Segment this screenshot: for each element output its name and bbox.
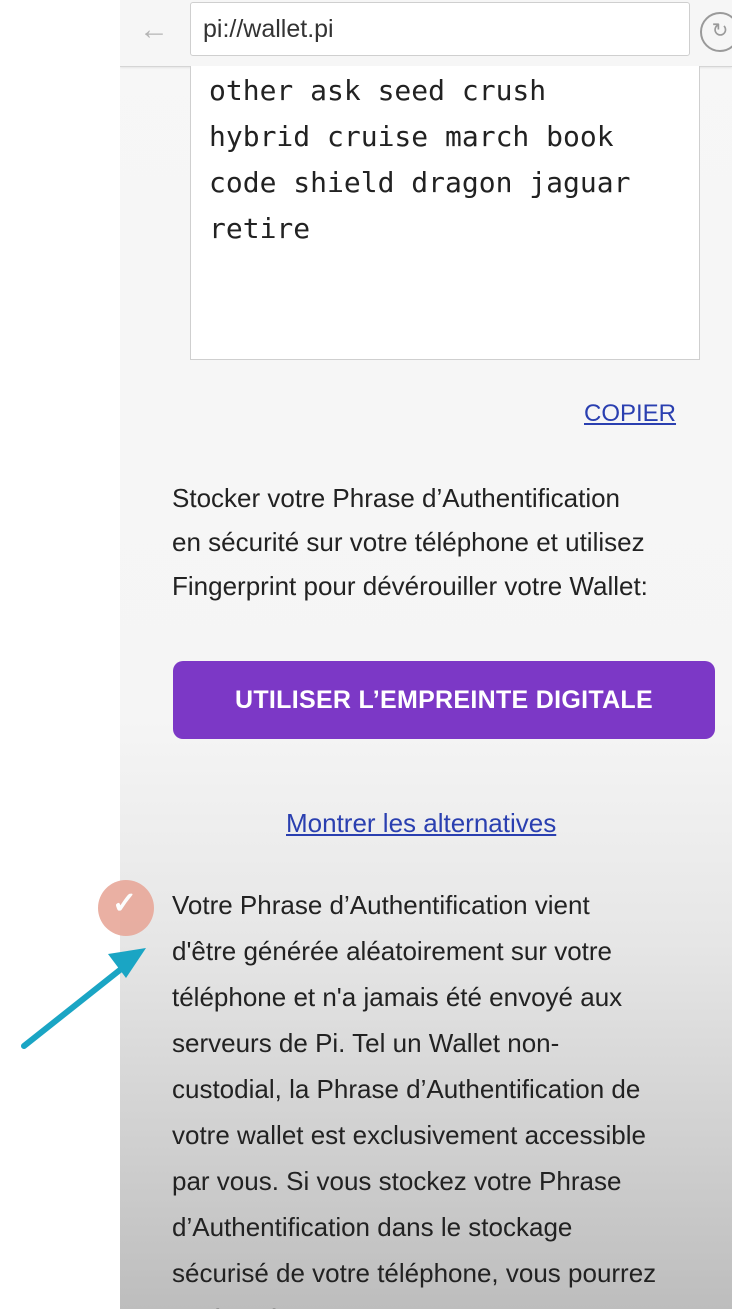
passphrase-box: other ask seed crush hybrid cruise march… <box>190 66 700 360</box>
check-circle-icon: ✓ <box>98 880 154 936</box>
show-alternatives-link[interactable]: Montrer les alternatives <box>286 808 556 839</box>
use-fingerprint-button[interactable]: UTILISER L’EMPREINTE DIGITALE <box>173 661 715 739</box>
passphrase-line: other ask seed crush <box>209 74 547 107</box>
passphrase-line: retire <box>209 212 311 245</box>
browser-bar: ← pi://wallet.pi ↻ <box>120 0 732 67</box>
back-arrow-icon[interactable]: ← <box>134 10 174 50</box>
reload-icon[interactable]: ↻ <box>700 12 732 52</box>
left-margin <box>0 0 120 1309</box>
info-line: d’Authentification dans le stockage <box>172 1212 573 1242</box>
info-line: la récupérer plus tard avec votre accord <box>172 1296 732 1309</box>
info-line: d'être générée aléatoirement sur votre <box>172 936 612 966</box>
phone-screen: ← pi://wallet.pi ↻ other ask seed crush … <box>120 0 732 1309</box>
info-line: sécurisé de votre téléphone, vous pourre… <box>172 1258 657 1288</box>
info-paragraph: Votre Phrase d’Authentification vient d'… <box>172 882 732 1309</box>
instruction-line: Fingerprint pour dévérouiller votre Wall… <box>172 571 648 601</box>
fingerprint-instruction: Stocker votre Phrase d’Authentification … <box>172 476 732 608</box>
info-line: téléphone et n'a jamais été envoyé aux <box>172 982 623 1012</box>
check-icon: ✓ <box>112 887 138 920</box>
url-field[interactable]: pi://wallet.pi <box>190 2 690 56</box>
copy-link[interactable]: COPIER <box>584 400 676 428</box>
info-line: votre wallet est exclusivement accessibl… <box>172 1120 646 1150</box>
info-line: Votre Phrase d’Authentification vient <box>172 890 590 920</box>
url-text: pi://wallet.pi <box>203 15 334 43</box>
instruction-line: en sécurité sur votre téléphone et utili… <box>172 527 645 557</box>
info-line: par vous. Si vous stockez votre Phrase <box>172 1166 622 1196</box>
passphrase-line: code shield dragon jaguar <box>209 166 631 199</box>
info-line: custodial, la Phrase d’Authentification … <box>172 1074 641 1104</box>
instruction-line: Stocker votre Phrase d’Authentification <box>172 483 621 513</box>
passphrase-line: hybrid cruise march book <box>209 120 614 153</box>
info-line: serveurs de Pi. Tel un Wallet non- <box>172 1028 560 1058</box>
